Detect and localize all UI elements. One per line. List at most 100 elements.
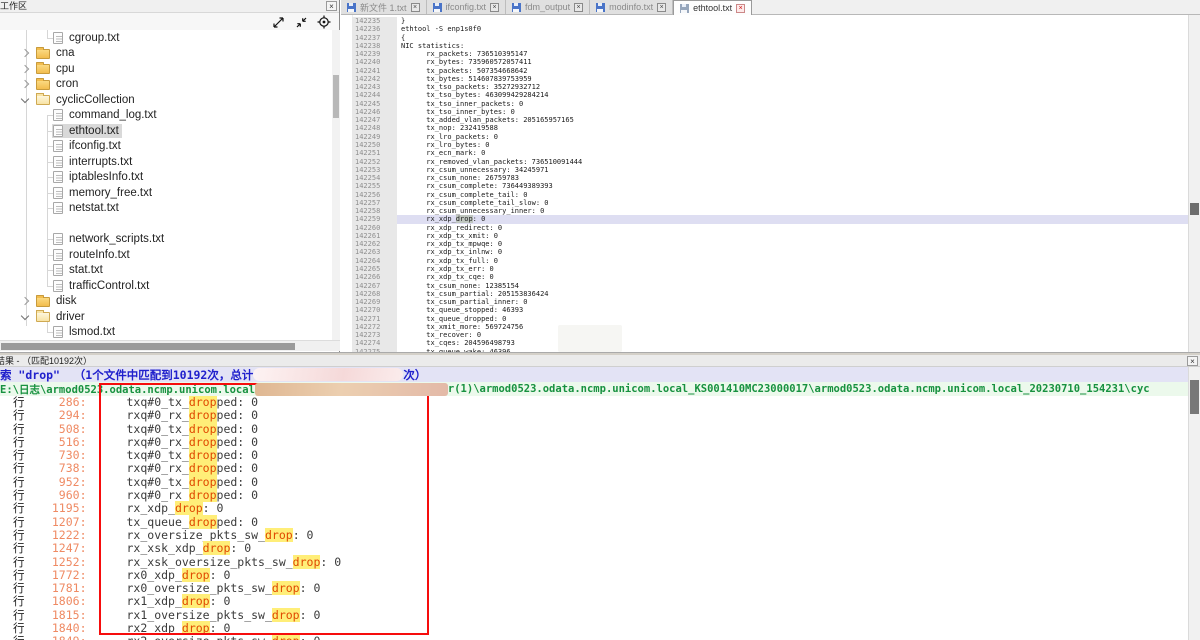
code-line[interactable]: rx_ecn_mark: 0: [397, 149, 1188, 157]
tree-item-memory_free.txt[interactable]: memory_free.txt: [0, 185, 333, 201]
code-view[interactable]: }ethtool -S enp1s0f0{NIC statistics: rx_…: [397, 17, 1188, 352]
code-line[interactable]: tx_tso_bytes: 463099429284214: [397, 91, 1188, 99]
chevron-down-icon[interactable]: [21, 95, 29, 103]
code-line[interactable]: tx_queue_dropped: 0: [397, 315, 1188, 323]
code-line[interactable]: rx_xdp_redirect: 0: [397, 224, 1188, 232]
code-line[interactable]: {: [397, 34, 1188, 42]
code-line[interactable]: ethtool -S enp1s0f0: [397, 25, 1188, 33]
code-line[interactable]: rx_lro_packets: 0: [397, 133, 1188, 141]
code-line[interactable]: rx_removed_vlan_packets: 736510091444: [397, 158, 1188, 166]
chevron-right-icon[interactable]: [21, 49, 29, 57]
code-line[interactable]: tx_packets: 507354668642: [397, 67, 1188, 75]
code-line[interactable]: tx_xmit_more: 569724756: [397, 323, 1188, 331]
tree-item-disk[interactable]: disk: [0, 294, 333, 310]
scrollbar-thumb[interactable]: [333, 75, 339, 118]
code-line[interactable]: rx_csum_complete_tail_slow: 0: [397, 199, 1188, 207]
line-number: 142244: [352, 91, 397, 99]
editor-vertical-scrollbar[interactable]: [1188, 15, 1200, 352]
scrollbar-thumb[interactable]: [1190, 380, 1199, 414]
tree-item-lsmod.txt[interactable]: lsmod.txt: [0, 325, 333, 341]
code-line[interactable]: tx_csum_partial_inner: 0: [397, 298, 1188, 306]
tree-item-ethtool.txt[interactable]: ethtool.txt: [0, 123, 333, 139]
workspace-close-icon[interactable]: ×: [326, 1, 337, 11]
tree-item-body: ifconfig.txt: [52, 139, 124, 153]
code-line[interactable]: rx_bytes: 735960572057411: [397, 58, 1188, 66]
code-line[interactable]: rx_csum_complete_tail: 0: [397, 191, 1188, 199]
scrollbar-thumb[interactable]: [1, 343, 295, 350]
code-line[interactable]: NIC statistics:: [397, 42, 1188, 50]
code-line[interactable]: tx_cqes: 204596498793: [397, 339, 1188, 347]
tree-item-driver[interactable]: driver: [0, 309, 333, 325]
code-line[interactable]: rx_xdp_tx_cqe: 0: [397, 273, 1188, 281]
code-line[interactable]: tx_csum_partial: 205153836424: [397, 290, 1188, 298]
tab-fdm_output[interactable]: fdm_output×: [506, 0, 590, 14]
tab-close-icon[interactable]: ×: [736, 4, 745, 13]
code-line[interactable]: tx_csum_none: 12385154: [397, 282, 1188, 290]
tree-item-iptablesInfo.txt[interactable]: iptablesInfo.txt: [0, 170, 333, 186]
current-code-line[interactable]: rx_xdp_drop: 0: [397, 215, 1188, 223]
code-line[interactable]: rx_csum_complete: 736449389393: [397, 182, 1188, 190]
code-line[interactable]: rx_xdp_tx_full: 0: [397, 257, 1188, 265]
code-line[interactable]: rx_xdp_tx_inlnw: 0: [397, 248, 1188, 256]
tree-item-interrupts.txt[interactable]: interrupts.txt: [0, 154, 333, 170]
tab-新文件 1.txt[interactable]: 新文件 1.txt×: [341, 0, 427, 14]
code-line[interactable]: tx_queue_stopped: 46393: [397, 306, 1188, 314]
tree-item-cron[interactable]: cron: [0, 77, 333, 93]
code-line[interactable]: tx_tso_inner_bytes: 0: [397, 108, 1188, 116]
collapse-all-icon[interactable]: [294, 15, 308, 29]
file-icon: [53, 109, 63, 121]
code-line[interactable]: tx_nop: 232419588: [397, 124, 1188, 132]
tree-item-stat.txt[interactable]: stat.txt: [0, 263, 333, 279]
code-line[interactable]: tx_tso_packets: 35272932712: [397, 83, 1188, 91]
tab-modinfo.txt[interactable]: modinfo.txt×: [590, 0, 673, 14]
results-close-icon[interactable]: ×: [1187, 356, 1198, 366]
tree-item-command_log.txt[interactable]: command_log.txt: [0, 108, 333, 124]
code-line[interactable]: }: [397, 17, 1188, 25]
tree-item-label: interrupts.txt: [69, 156, 132, 168]
tab-label: ethtool.txt: [693, 3, 732, 13]
code-line[interactable]: rx_lro_bytes: 0: [397, 141, 1188, 149]
code-line[interactable]: tx_tso_inner_packets: 0: [397, 100, 1188, 108]
tree-item-netstat.txt[interactable]: netstat.txt: [0, 201, 333, 217]
search-summary-line[interactable]: 索 "drop" （1个文件中匹配到10192次，总计 次）: [0, 367, 1200, 382]
code-line[interactable]: tx_bytes: 514607839753959: [397, 75, 1188, 83]
tree-item-ifconfig.txt[interactable]: ifconfig.txt: [0, 139, 333, 155]
code-line[interactable]: rx_csum_none: 26759783: [397, 174, 1188, 182]
tree-item-cna[interactable]: cna: [0, 46, 333, 62]
expand-all-icon[interactable]: [271, 15, 285, 29]
code-line[interactable]: rx_xdp_tx_xmit: 0: [397, 232, 1188, 240]
tree-item-body: network_scripts.txt: [52, 232, 167, 246]
code-line[interactable]: tx_recover: 0: [397, 331, 1188, 339]
tree-vertical-scrollbar[interactable]: [332, 30, 340, 340]
tab-close-icon[interactable]: ×: [490, 3, 499, 12]
tab-ifconfig.txt[interactable]: ifconfig.txt×: [427, 0, 507, 14]
results-vertical-scrollbar[interactable]: [1188, 367, 1200, 640]
chevron-right-icon[interactable]: [21, 297, 29, 305]
tree-horizontal-scrollbar[interactable]: [0, 340, 340, 351]
tree-item-network_scripts.txt[interactable]: network_scripts.txt: [0, 232, 333, 248]
code-line[interactable]: rx_csum_unnecessary_inner: 0: [397, 207, 1188, 215]
tab-close-icon[interactable]: ×: [657, 3, 666, 12]
code-line[interactable]: tx_added_vlan_packets: 205165957165: [397, 116, 1188, 124]
tree-item-cyclicCollection[interactable]: cyclicCollection: [0, 92, 333, 108]
chevron-down-icon[interactable]: [21, 312, 29, 320]
scrollbar-thumb[interactable]: [1190, 203, 1199, 215]
tree-item-routeInfo.txt[interactable]: routeInfo.txt: [0, 247, 333, 263]
tree-item-cgroup.txt[interactable]: cgroup.txt: [0, 30, 333, 46]
tab-close-icon[interactable]: ×: [411, 3, 420, 12]
tree-item-label: ethtool.txt: [69, 125, 119, 137]
code-line[interactable]: rx_packets: 736510395147: [397, 50, 1188, 58]
code-line[interactable]: rx_xdp_tx_err: 0: [397, 265, 1188, 273]
result-line-label: 行: [0, 516, 25, 529]
locate-current-file-icon[interactable]: [317, 15, 331, 29]
tab-close-icon[interactable]: ×: [574, 3, 583, 12]
code-line[interactable]: rx_xdp_tx_mpwqe: 0: [397, 240, 1188, 248]
tree-item-cpu[interactable]: cpu: [0, 61, 333, 77]
tree-item-trafficControl.txt[interactable]: trafficControl.txt: [0, 278, 333, 294]
result-row[interactable]: 行1849:rx2_oversize_pkts_sw_drop: 0: [0, 635, 1188, 640]
editor-area[interactable]: 1422351422361422371422381422391422401422…: [341, 15, 1188, 352]
tab-ethtool.txt[interactable]: ethtool.txt ×: [673, 0, 752, 15]
code-line[interactable]: rx_csum_unnecessary: 34245971: [397, 166, 1188, 174]
chevron-right-icon[interactable]: [21, 65, 29, 73]
chevron-right-icon[interactable]: [21, 80, 29, 88]
